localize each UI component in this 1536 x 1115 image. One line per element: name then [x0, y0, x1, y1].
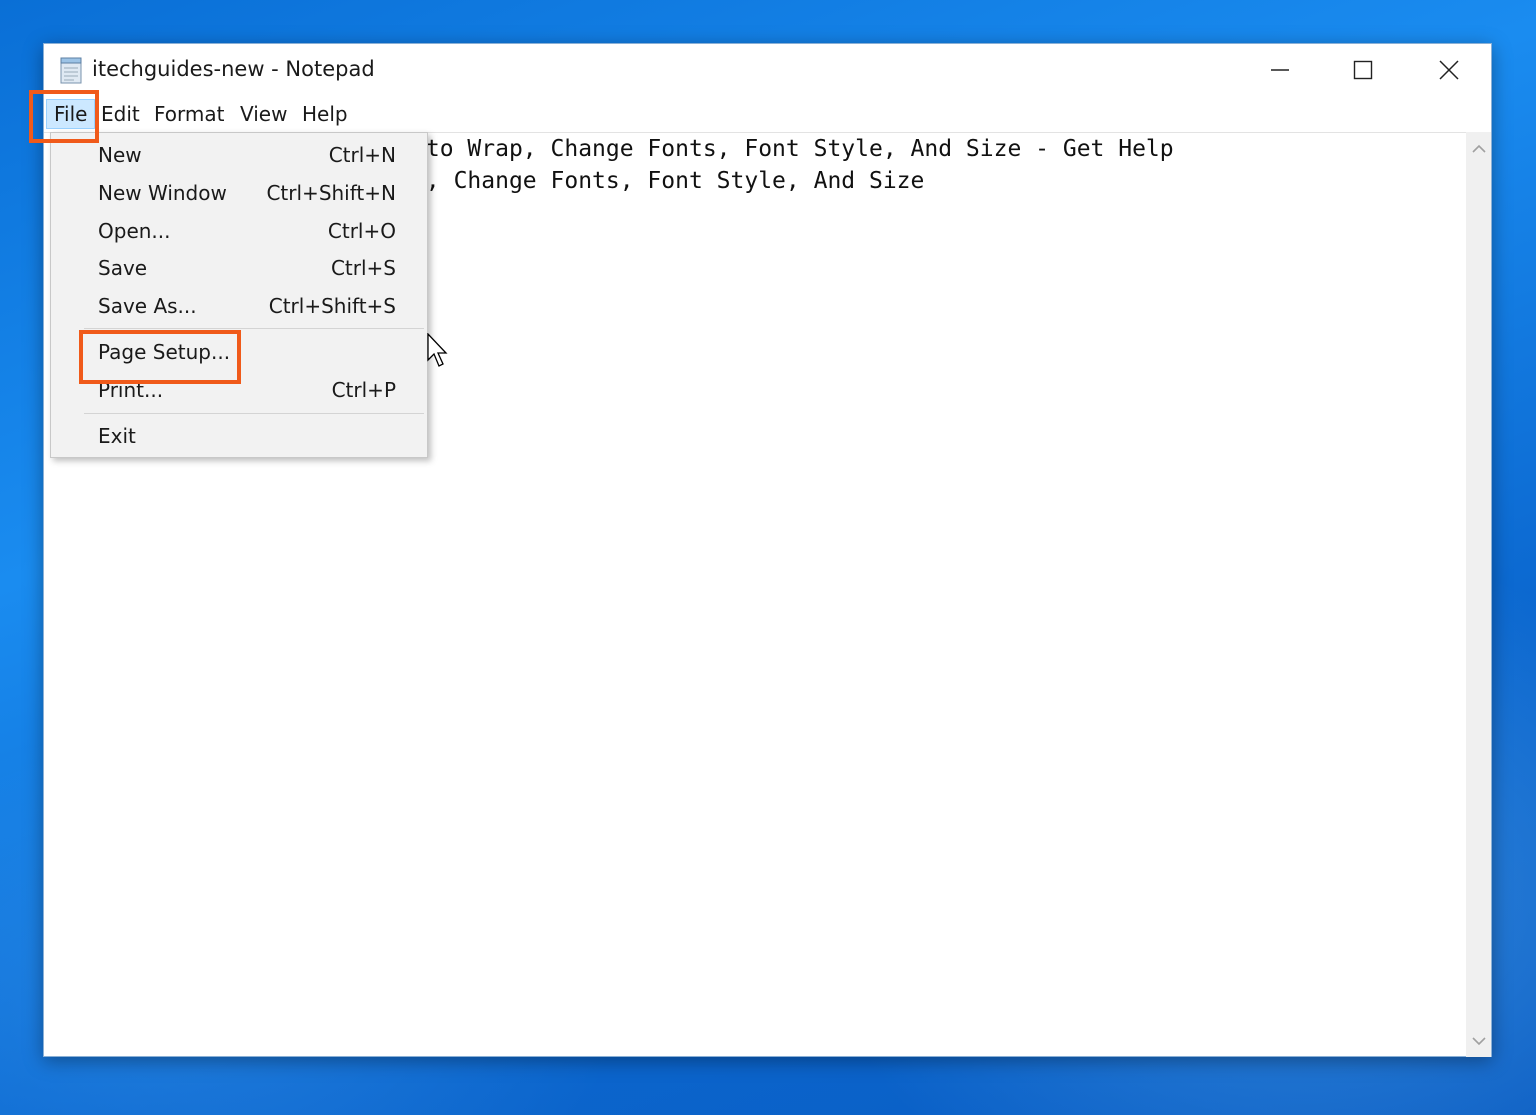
menu-item-label: Open...	[98, 219, 171, 243]
scroll-down-icon[interactable]	[1472, 1036, 1486, 1046]
close-button[interactable]	[1406, 44, 1492, 96]
page-setup-highlight	[79, 330, 241, 384]
menu-item-shortcut: Ctrl+S	[330, 256, 396, 280]
menu-item-label: Exit	[98, 424, 136, 448]
close-icon	[1439, 60, 1459, 80]
menu-item-label: New Window	[98, 181, 227, 205]
scroll-up-icon[interactable]	[1472, 144, 1486, 154]
minimize-button[interactable]	[1237, 44, 1323, 96]
menu-item-shortcut: Ctrl+O	[327, 219, 396, 243]
menu-item-exit[interactable]: Exit	[52, 419, 426, 455]
menu-item-label: Save	[98, 256, 148, 280]
menu-item-new-window[interactable]: New Window Ctrl+Shift+N	[52, 176, 426, 212]
maximize-icon	[1353, 60, 1373, 80]
maximize-button[interactable]	[1320, 44, 1406, 96]
vertical-scrollbar[interactable]	[1466, 132, 1491, 1057]
menu-item-shortcut: Ctrl+N	[328, 143, 396, 167]
menu-item-label: New	[98, 143, 142, 167]
mouse-cursor-icon	[427, 333, 448, 367]
menu-item-shortcut: Ctrl+Shift+N	[266, 181, 396, 205]
window-title: itechguides-new - Notepad	[92, 57, 375, 81]
menu-view[interactable]: View	[233, 99, 294, 129]
menu-item-save-as[interactable]: Save As... Ctrl+Shift+S	[52, 289, 426, 325]
menu-item-shortcut: Ctrl+P	[331, 378, 396, 402]
file-menu-highlight	[29, 90, 99, 143]
menu-separator	[84, 413, 424, 414]
menu-item-shortcut: Ctrl+Shift+S	[268, 294, 396, 318]
menu-help[interactable]: Help	[295, 99, 355, 129]
menu-item-save[interactable]: Save Ctrl+S	[52, 251, 426, 287]
menu-item-open[interactable]: Open... Ctrl+O	[52, 214, 426, 250]
menu-separator	[84, 328, 424, 329]
menu-bar: File Edit Format View Help	[44, 96, 1491, 132]
minimize-icon	[1271, 69, 1289, 71]
menu-item-new[interactable]: New Ctrl+N	[52, 138, 426, 174]
file-menu-dropdown: New Ctrl+N New Window Ctrl+Shift+N Open.…	[50, 132, 428, 458]
notepad-icon	[60, 57, 82, 84]
title-bar[interactable]: itechguides-new - Notepad	[44, 44, 1491, 96]
menu-format[interactable]: Format	[147, 99, 231, 129]
menu-edit[interactable]: Edit	[94, 99, 147, 129]
menu-item-label: Save As...	[98, 294, 197, 318]
